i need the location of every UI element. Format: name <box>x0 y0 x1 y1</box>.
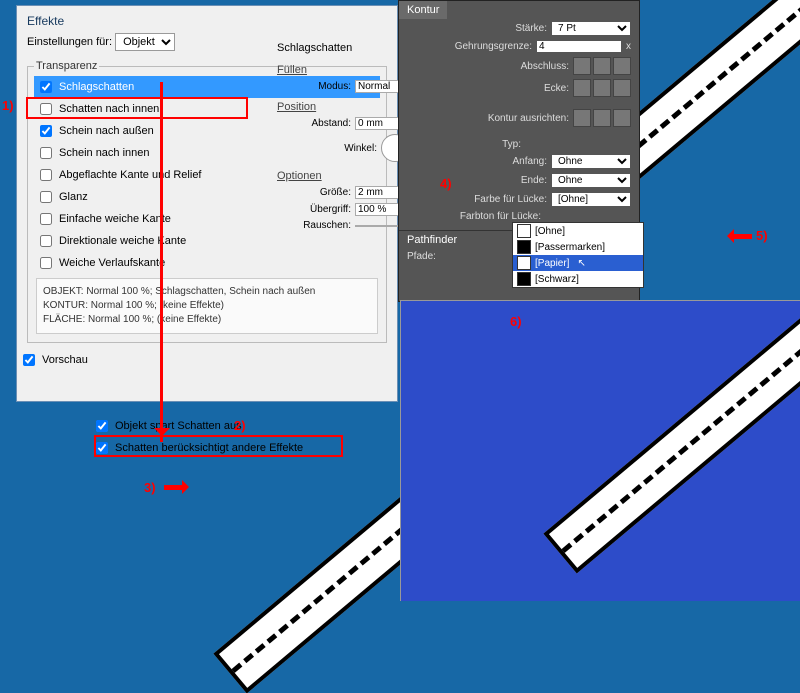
stroke-weight-select[interactable]: 7 Pt <box>551 21 631 36</box>
dialog-title: Effekte <box>17 6 397 30</box>
annotation-5: 5) <box>756 228 768 243</box>
preview-label: Vorschau <box>42 354 88 366</box>
annotation-arrow-3 <box>164 483 194 493</box>
effect-checkbox[interactable] <box>40 147 52 159</box>
settings-for-select[interactable]: Objekt <box>115 33 175 51</box>
start-select[interactable]: Ohne <box>551 154 631 169</box>
lower-options: Objekt spart Schatten aus Schatten berüc… <box>90 415 345 459</box>
dd-item-black: [Schwarz] <box>513 271 643 287</box>
canvas-preview <box>400 300 800 601</box>
gap-color-select[interactable]: [Ohne] <box>551 192 631 207</box>
annotation-2: 2) <box>234 418 246 433</box>
dd-item-paper: [Papier]↖ <box>513 255 643 271</box>
effect-checkbox[interactable] <box>40 191 52 203</box>
dd-item-registration: [Passermarken] <box>513 239 643 255</box>
type-select[interactable] <box>525 144 631 146</box>
annotation-arrow-5 <box>722 232 752 242</box>
dd-item-none: [Ohne] <box>513 223 643 239</box>
pathfinder-tab[interactable]: Pathfinder <box>399 231 465 249</box>
annotation-1: 1) <box>2 98 14 113</box>
object-knockout-checkbox[interactable] <box>96 420 108 432</box>
effect-item-8[interactable]: Weiche Verlaufskante <box>34 252 380 274</box>
effects-dialog: Effekte Einstellungen für: Objekt Transp… <box>16 5 398 402</box>
effect-checkbox[interactable] <box>40 235 52 247</box>
shadow-settings: Schlagschatten Füllen Modus:Normal Posit… <box>273 40 413 239</box>
align-stroke-icons[interactable] <box>573 109 631 127</box>
cursor-icon: ↖ <box>577 258 585 269</box>
effect-checkbox[interactable] <box>40 213 52 225</box>
annotation-4: 4) <box>440 176 452 191</box>
join-icons[interactable] <box>573 79 631 97</box>
annotation-arrow-down <box>160 82 163 442</box>
effect-checkbox[interactable] <box>40 125 52 137</box>
gap-tint-input[interactable] <box>545 216 631 218</box>
annotation-6: 6) <box>510 314 522 329</box>
gap-color-dropdown[interactable]: [Ohne] [Passermarken] [Papier]↖ [Schwarz… <box>512 222 644 288</box>
miter-input[interactable]: 4 <box>536 40 622 53</box>
effect-checkbox[interactable] <box>40 169 52 181</box>
effect-checkbox[interactable] <box>40 257 52 269</box>
transparency-legend: Transparenz <box>34 60 99 72</box>
effect-checkbox[interactable] <box>40 103 52 115</box>
stroke-tab[interactable]: Kontur <box>399 1 447 19</box>
preview-checkbox[interactable] <box>23 354 35 366</box>
effect-checkbox[interactable] <box>40 81 52 93</box>
object-info: OBJEKT: Normal 100 %; Schlagschatten, Sc… <box>36 278 378 334</box>
shadow-honors-effects-checkbox[interactable] <box>96 442 108 454</box>
cap-icons[interactable] <box>573 57 631 75</box>
shadow-section-title: Schlagschatten <box>277 42 409 58</box>
annotation-3: 3) <box>144 480 156 495</box>
settings-for-label: Einstellungen für: <box>27 36 112 48</box>
end-select[interactable]: Ohne <box>551 173 631 188</box>
